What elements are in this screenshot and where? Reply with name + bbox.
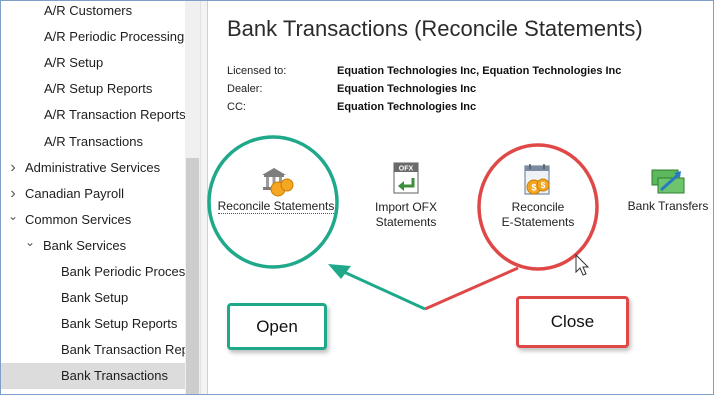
reconcile-statements-label: Reconcile Statements (217, 199, 335, 214)
reconcile-e-statements-tile[interactable]: $ $ Reconcile E-Statements (489, 162, 587, 230)
tree-item-label: Bank Setup (61, 290, 129, 306)
ofx-file-icon: OFX (393, 162, 419, 194)
tree-item[interactable]: ⌄ Bank Services (1, 233, 185, 259)
import-ofx-label-line2: Statements (375, 215, 437, 229)
tree-item[interactable]: Bank Setup Reports (1, 311, 185, 337)
chevron-down-icon[interactable]: ⌄ (24, 233, 36, 251)
coin-symbol-2: $ (541, 181, 546, 190)
open-callout: Open (227, 303, 327, 350)
close-callout: Close (516, 296, 629, 348)
tree-item-label: A/R Transactions (44, 133, 143, 149)
pane-splitter[interactable] (200, 1, 208, 394)
tree-item-label: A/R Transaction Reports (44, 107, 185, 123)
tree-item-label: Administrative Services (25, 159, 161, 175)
licensed-to-value: Equation Technologies Inc, Equation Tech… (337, 65, 622, 77)
bank-transfers-tile[interactable]: Bank Transfers (621, 165, 715, 214)
ofx-badge-text: OFX (399, 166, 414, 173)
tree-item[interactable]: A/R Customers (1, 1, 185, 24)
tree-item[interactable]: A/R Setup Reports (1, 76, 185, 102)
reconcile-e-label-line1: Reconcile (511, 200, 565, 214)
tree-item-label: A/R Customers (44, 3, 133, 18)
page-title: Bank Transactions (Reconcile Statements) (227, 16, 643, 41)
tree-item[interactable]: › Administrative Services (1, 155, 185, 181)
tree-item-label: Bank Setup Reports (61, 316, 178, 332)
tree-item-label: Bank Transactions (61, 368, 168, 384)
tree-item-label: Bank Transaction Reports (61, 342, 185, 358)
dealer-label: Dealer: (227, 83, 263, 95)
import-ofx-statements-tile[interactable]: OFX Import OFX Statements (361, 162, 451, 230)
tree-item-label: Bank Services (43, 237, 127, 253)
licensed-to-label: Licensed to: (227, 65, 287, 77)
tree-item[interactable]: Bank Periodic Processing (1, 259, 185, 285)
chevron-right-icon[interactable]: › (7, 181, 19, 207)
tree-item[interactable]: Bank Setup (1, 285, 185, 311)
bank-transfers-label: Bank Transfers (627, 199, 709, 213)
tree-item[interactable]: Bank Transaction Reports (1, 337, 185, 363)
navigation-tree: A/R Customers A/R Periodic Processing A/R … (1, 1, 200, 394)
tree-item[interactable]: › Canadian Payroll (1, 181, 185, 207)
dealer-value: Equation Technologies Inc (337, 83, 477, 95)
scrollbar-thumb[interactable] (186, 158, 199, 394)
tree-item-label: Common Services (25, 211, 132, 227)
tree-item[interactable]: Bank Transactions (1, 363, 185, 390)
chevron-right-icon[interactable]: › (7, 155, 19, 181)
tree-item[interactable]: A/R Transactions (1, 129, 185, 155)
cc-label: CC: (227, 101, 246, 113)
sidebar-scrollbar[interactable] (185, 1, 200, 394)
tree-item[interactable]: A/R Periodic Processing (1, 24, 185, 50)
tree-item-label: A/R Periodic Processing (44, 29, 185, 45)
money-transfer-icon (651, 169, 685, 194)
bank-coins-icon (262, 168, 294, 197)
tree-item[interactable]: A/R Setup (1, 50, 185, 76)
calendar-coins-icon: $ $ (524, 164, 550, 195)
coin-symbol-1: $ (531, 183, 536, 193)
tree-item-label: Bank Periodic Processing (61, 264, 185, 279)
tree-item-label: A/R Setup (44, 55, 104, 71)
cc-value: Equation Technologies Inc (337, 101, 477, 113)
tree-item-label: Canadian Payroll (25, 185, 125, 201)
reconcile-e-label-line2: E-Statements (501, 215, 575, 229)
import-ofx-label-line1: Import OFX (374, 200, 437, 214)
tree-item[interactable]: ⌄ Common Services (1, 207, 185, 233)
tree-item[interactable]: A/R Transaction Reports (1, 102, 185, 128)
tree-item-label: A/R Setup Reports (44, 81, 153, 97)
chevron-down-icon[interactable]: ⌄ (7, 207, 19, 225)
reconcile-statements-tile[interactable]: Reconcile Statements (212, 165, 340, 214)
